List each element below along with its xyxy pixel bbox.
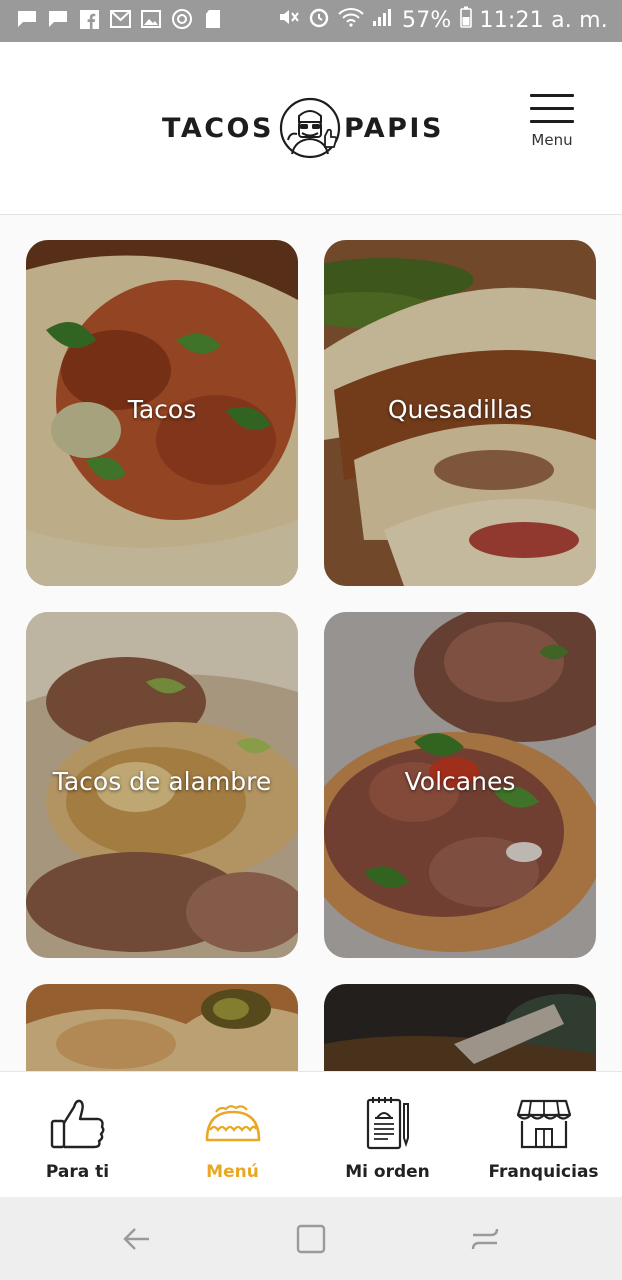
gallery-icon: [140, 8, 162, 30]
hamburger-menu-button[interactable]: Menu: [526, 94, 578, 164]
hamburger-icon: [530, 94, 574, 97]
app-header: TACOS PAPIS Menu: [0, 42, 622, 215]
nav-item-franquicias[interactable]: Franquicias: [466, 1072, 621, 1198]
category-title: Quesadillas: [387, 395, 533, 424]
message-icon: [47, 8, 69, 30]
menu-category-grid[interactable]: Tacos Quesadillas Tacos de alambre Volca…: [0, 215, 622, 1071]
menu-label: Menu: [531, 131, 573, 149]
category-title: Volcanes: [404, 767, 516, 796]
battery-icon: [459, 6, 472, 34]
thumbs-up-icon: [48, 1094, 108, 1154]
logo-text-right: PAPIS: [343, 112, 444, 144]
nav-label: Para ti: [45, 1162, 110, 1182]
battery-percent: 57%: [402, 7, 452, 33]
gmail-icon: [109, 8, 131, 30]
category-title: Tacos: [127, 395, 197, 424]
order-notebook-icon: [358, 1094, 418, 1154]
category-card-volcanes[interactable]: Volcanes: [324, 612, 596, 958]
alarm-icon: [308, 6, 330, 34]
nav-item-para-ti[interactable]: Para ti: [0, 1072, 155, 1198]
notification-icons: [16, 8, 224, 30]
store-icon: [514, 1094, 574, 1154]
category-card-quesadillas[interactable]: Quesadillas: [324, 240, 596, 586]
mute-icon: [278, 7, 300, 33]
tacos-papis-logo[interactable]: TACOS PAPIS: [162, 96, 444, 160]
home-icon[interactable]: [295, 1223, 327, 1255]
category-title: Tacos de alambre: [52, 767, 272, 796]
category-card-6[interactable]: [324, 984, 596, 1071]
category-card-5[interactable]: [26, 984, 298, 1071]
category-card-tacos[interactable]: Tacos: [26, 240, 298, 586]
clock: 11:21 a. m.: [479, 7, 608, 33]
signal-icon: [372, 7, 394, 33]
recents-icon[interactable]: [469, 1223, 501, 1255]
mascot-icon: [279, 97, 341, 159]
sync-icon: [171, 8, 193, 30]
facebook-icon: [78, 8, 100, 30]
nav-item-menu[interactable]: Menú: [155, 1072, 310, 1198]
taco-icon: [203, 1094, 263, 1154]
category-card-tacos-de-alambre[interactable]: Tacos de alambre: [26, 612, 298, 958]
nav-label: Franquicias: [488, 1162, 599, 1182]
wifi-icon: [338, 7, 364, 33]
status-bar: 57% 11:21 a. m.: [0, 0, 622, 42]
nav-label: Menú: [206, 1162, 259, 1182]
sd-card-icon: [202, 8, 224, 30]
logo-text-left: TACOS: [162, 112, 274, 144]
nav-item-mi-orden[interactable]: Mi orden: [310, 1072, 465, 1198]
system-indicators: 57% 11:21 a. m.: [278, 6, 608, 34]
nav-label: Mi orden: [345, 1162, 430, 1182]
bottom-navigation: Para ti Menú Mi orden Franquicias: [0, 1071, 622, 1198]
system-navigation-bar: [0, 1197, 622, 1280]
message-icon: [16, 8, 38, 30]
back-icon[interactable]: [121, 1223, 153, 1255]
